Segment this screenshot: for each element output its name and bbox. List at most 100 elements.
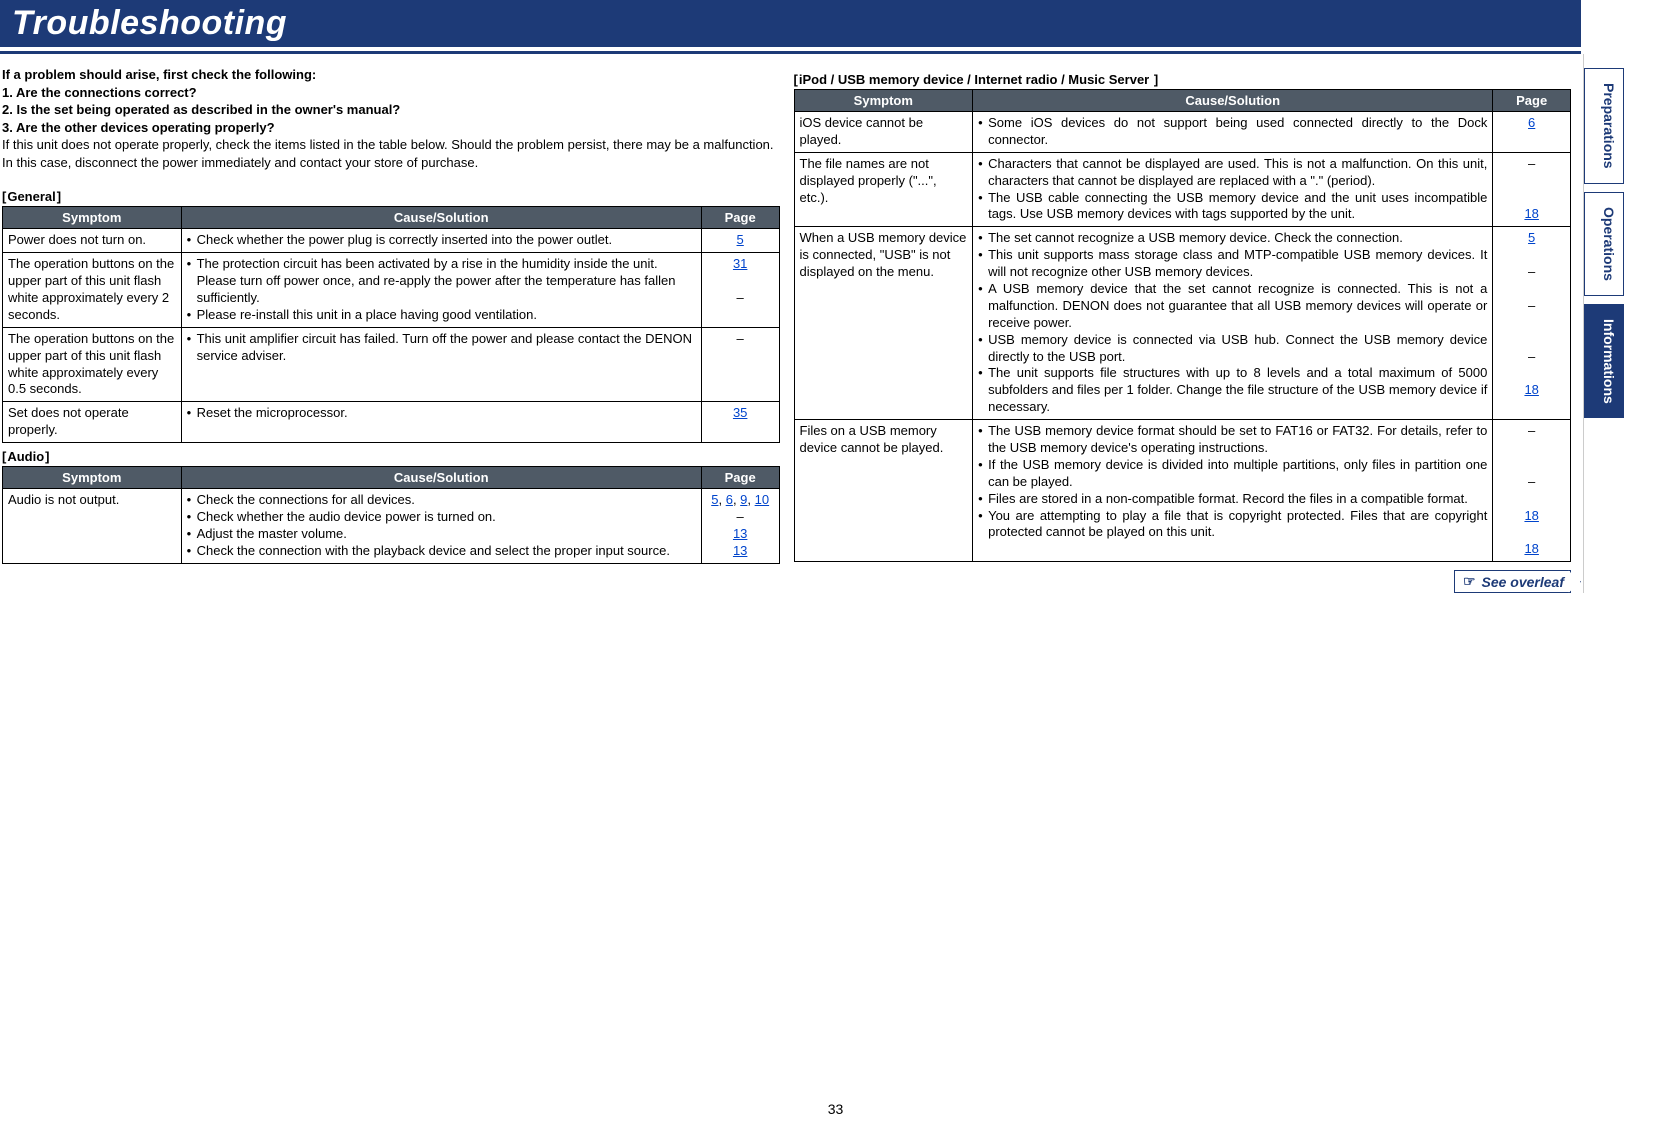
page-link[interactable]: 18 (1524, 541, 1538, 556)
bullet-item: Check the connection with the playback d… (187, 543, 696, 560)
intro-heading: If a problem should arise, first check t… (2, 66, 780, 84)
page-link[interactable]: 18 (1524, 382, 1538, 397)
bullet-item: USB memory device is connected via USB h… (978, 332, 1487, 366)
see-overleaf-label: See overleaf (1482, 574, 1565, 590)
table-row: The file names are not displayed properl… (794, 152, 1571, 227)
cause-cell: The USB memory device format should be s… (973, 420, 1493, 562)
bullet-item: Some iOS devices do not support being us… (978, 115, 1487, 149)
table-row: The operation buttons on the upper part … (3, 327, 780, 402)
page-cell: – 18 (1493, 152, 1571, 227)
ipod-th-cause: Cause/Solution (973, 90, 1493, 112)
bullet-item: Please re-install this unit in a place h… (187, 307, 696, 324)
page-cell: 35 (701, 402, 779, 443)
page-link[interactable]: 13 (733, 543, 747, 558)
symptom-cell: iOS device cannot be played. (794, 112, 973, 153)
ipod-tbody: iOS device cannot be played. Some iOS de… (794, 112, 1571, 562)
cause-cell: Reset the microprocessor. (181, 402, 701, 443)
general-th-page: Page (701, 207, 779, 229)
symptom-cell: The file names are not displayed properl… (794, 152, 973, 227)
table-row: Audio is not output. Check the connectio… (3, 489, 780, 564)
symptom-cell: Power does not turn on. (3, 229, 182, 253)
general-heading: General (2, 189, 61, 204)
bullet-item: Adjust the master volume. (187, 526, 696, 543)
ipod-table: Symptom Cause/Solution Page iOS device c… (794, 89, 1572, 562)
symptom-cell: Audio is not output. (3, 489, 182, 564)
ipod-th-symptom: Symptom (794, 90, 973, 112)
page-link[interactable]: 5 (1528, 230, 1535, 245)
right-column: iPod / USB memory device / Internet radi… (794, 66, 1572, 593)
tab-informations[interactable]: Informations (1584, 304, 1624, 419)
page-link[interactable]: 6 (1528, 115, 1535, 130)
page-cell: – (701, 327, 779, 402)
general-th-symptom: Symptom (3, 207, 182, 229)
audio-th-page: Page (701, 467, 779, 489)
page-title: Troubleshooting (12, 4, 287, 43)
title-bar: Troubleshooting (0, 0, 1581, 47)
page-cell: 6 (1493, 112, 1571, 153)
intro-block: If a problem should arise, first check t… (2, 66, 780, 171)
bullet-item: Characters that cannot be displayed are … (978, 156, 1487, 190)
ipod-heading: iPod / USB memory device / Internet radi… (794, 72, 1159, 87)
page-link[interactable]: 5 (711, 492, 718, 507)
intro-check-1: 1. Are the connections correct? (2, 84, 780, 102)
symptom-cell: Set does not operate properly. (3, 402, 182, 443)
bullet-item: The USB cable connecting the USB memory … (978, 190, 1487, 224)
bullet-item: Check the connections for all devices. (187, 492, 696, 509)
bullet-item: This unit supports mass storage class an… (978, 247, 1487, 281)
tab-preparations[interactable]: Preparations (1584, 68, 1624, 184)
page-link[interactable]: 6 (726, 492, 733, 507)
cause-cell: This unit amplifier circuit has failed. … (181, 327, 701, 402)
cause-cell: The protection circuit has been activate… (181, 253, 701, 328)
page-link[interactable]: 18 (1524, 508, 1538, 523)
bullet-item: The USB memory device format should be s… (978, 423, 1487, 457)
page-number: 33 (828, 1101, 844, 1117)
left-column: If a problem should arise, first check t… (2, 66, 780, 593)
intro-check-3: 3. Are the other devices operating prope… (2, 119, 780, 137)
bullet-item: This unit amplifier circuit has failed. … (187, 331, 696, 365)
intro-check-2: 2. Is the set being operated as describe… (2, 101, 780, 119)
table-row: iOS device cannot be played. Some iOS de… (794, 112, 1571, 153)
page-link[interactable]: 5 (737, 232, 744, 247)
bullet-item: Files are stored in a non-compatible for… (978, 491, 1487, 508)
table-row: The operation buttons on the upper part … (3, 253, 780, 328)
table-row: Power does not turn on. Check whether th… (3, 229, 780, 253)
bullet-item: The protection circuit has been activate… (187, 256, 696, 307)
bullet-item: Reset the microprocessor. (187, 405, 696, 422)
cause-cell: Some iOS devices do not support being us… (973, 112, 1493, 153)
table-row: Files on a USB memory device cannot be p… (794, 420, 1571, 562)
page-link[interactable]: 9 (740, 492, 747, 507)
page-cell: 31 – (701, 253, 779, 328)
audio-th-symptom: Symptom (3, 467, 182, 489)
bullet-item: A USB memory device that the set cannot … (978, 281, 1487, 332)
page-link[interactable]: 13 (733, 526, 747, 541)
bullet-item: Check whether the audio device power is … (187, 509, 696, 526)
symptom-cell: The operation buttons on the upper part … (3, 253, 182, 328)
bullet-item: The set cannot recognize a USB memory de… (978, 230, 1487, 247)
pointer-icon: ☞ (1463, 573, 1476, 590)
page-cell: 5, 6, 9, 10–1313 (701, 489, 779, 564)
tab-operations[interactable]: Operations (1584, 192, 1624, 296)
see-overleaf-button[interactable]: ☞ See overleaf (1454, 570, 1571, 593)
table-row: Set does not operate properly. Reset the… (3, 402, 780, 443)
general-th-cause: Cause/Solution (181, 207, 701, 229)
bullet-item: The unit supports file structures with u… (978, 365, 1487, 416)
symptom-cell: When a USB memory device is connected, "… (794, 227, 973, 420)
cause-cell: Characters that cannot be displayed are … (973, 152, 1493, 227)
page-cell: – – 18 18 (1493, 420, 1571, 562)
symptom-cell: Files on a USB memory device cannot be p… (794, 420, 973, 562)
bullet-item: Check whether the power plug is correctl… (187, 232, 696, 249)
page-link[interactable]: 10 (755, 492, 769, 507)
audio-th-cause: Cause/Solution (181, 467, 701, 489)
general-tbody: Power does not turn on. Check whether th… (3, 229, 780, 443)
cause-cell: The set cannot recognize a USB memory de… (973, 227, 1493, 420)
table-row: When a USB memory device is connected, "… (794, 227, 1571, 420)
page-link[interactable]: 18 (1524, 206, 1538, 221)
side-tabs: Preparations Operations Informations (1583, 54, 1671, 593)
page-link[interactable]: 31 (733, 256, 747, 271)
page-cell: 5 – – – 18 (1493, 227, 1571, 420)
audio-tbody: Audio is not output. Check the connectio… (3, 489, 780, 564)
page-cell: 5 (701, 229, 779, 253)
intro-body: If this unit does not operate properly, … (2, 136, 780, 171)
general-table: Symptom Cause/Solution Page Power does n… (2, 206, 780, 443)
page-link[interactable]: 35 (733, 405, 747, 420)
